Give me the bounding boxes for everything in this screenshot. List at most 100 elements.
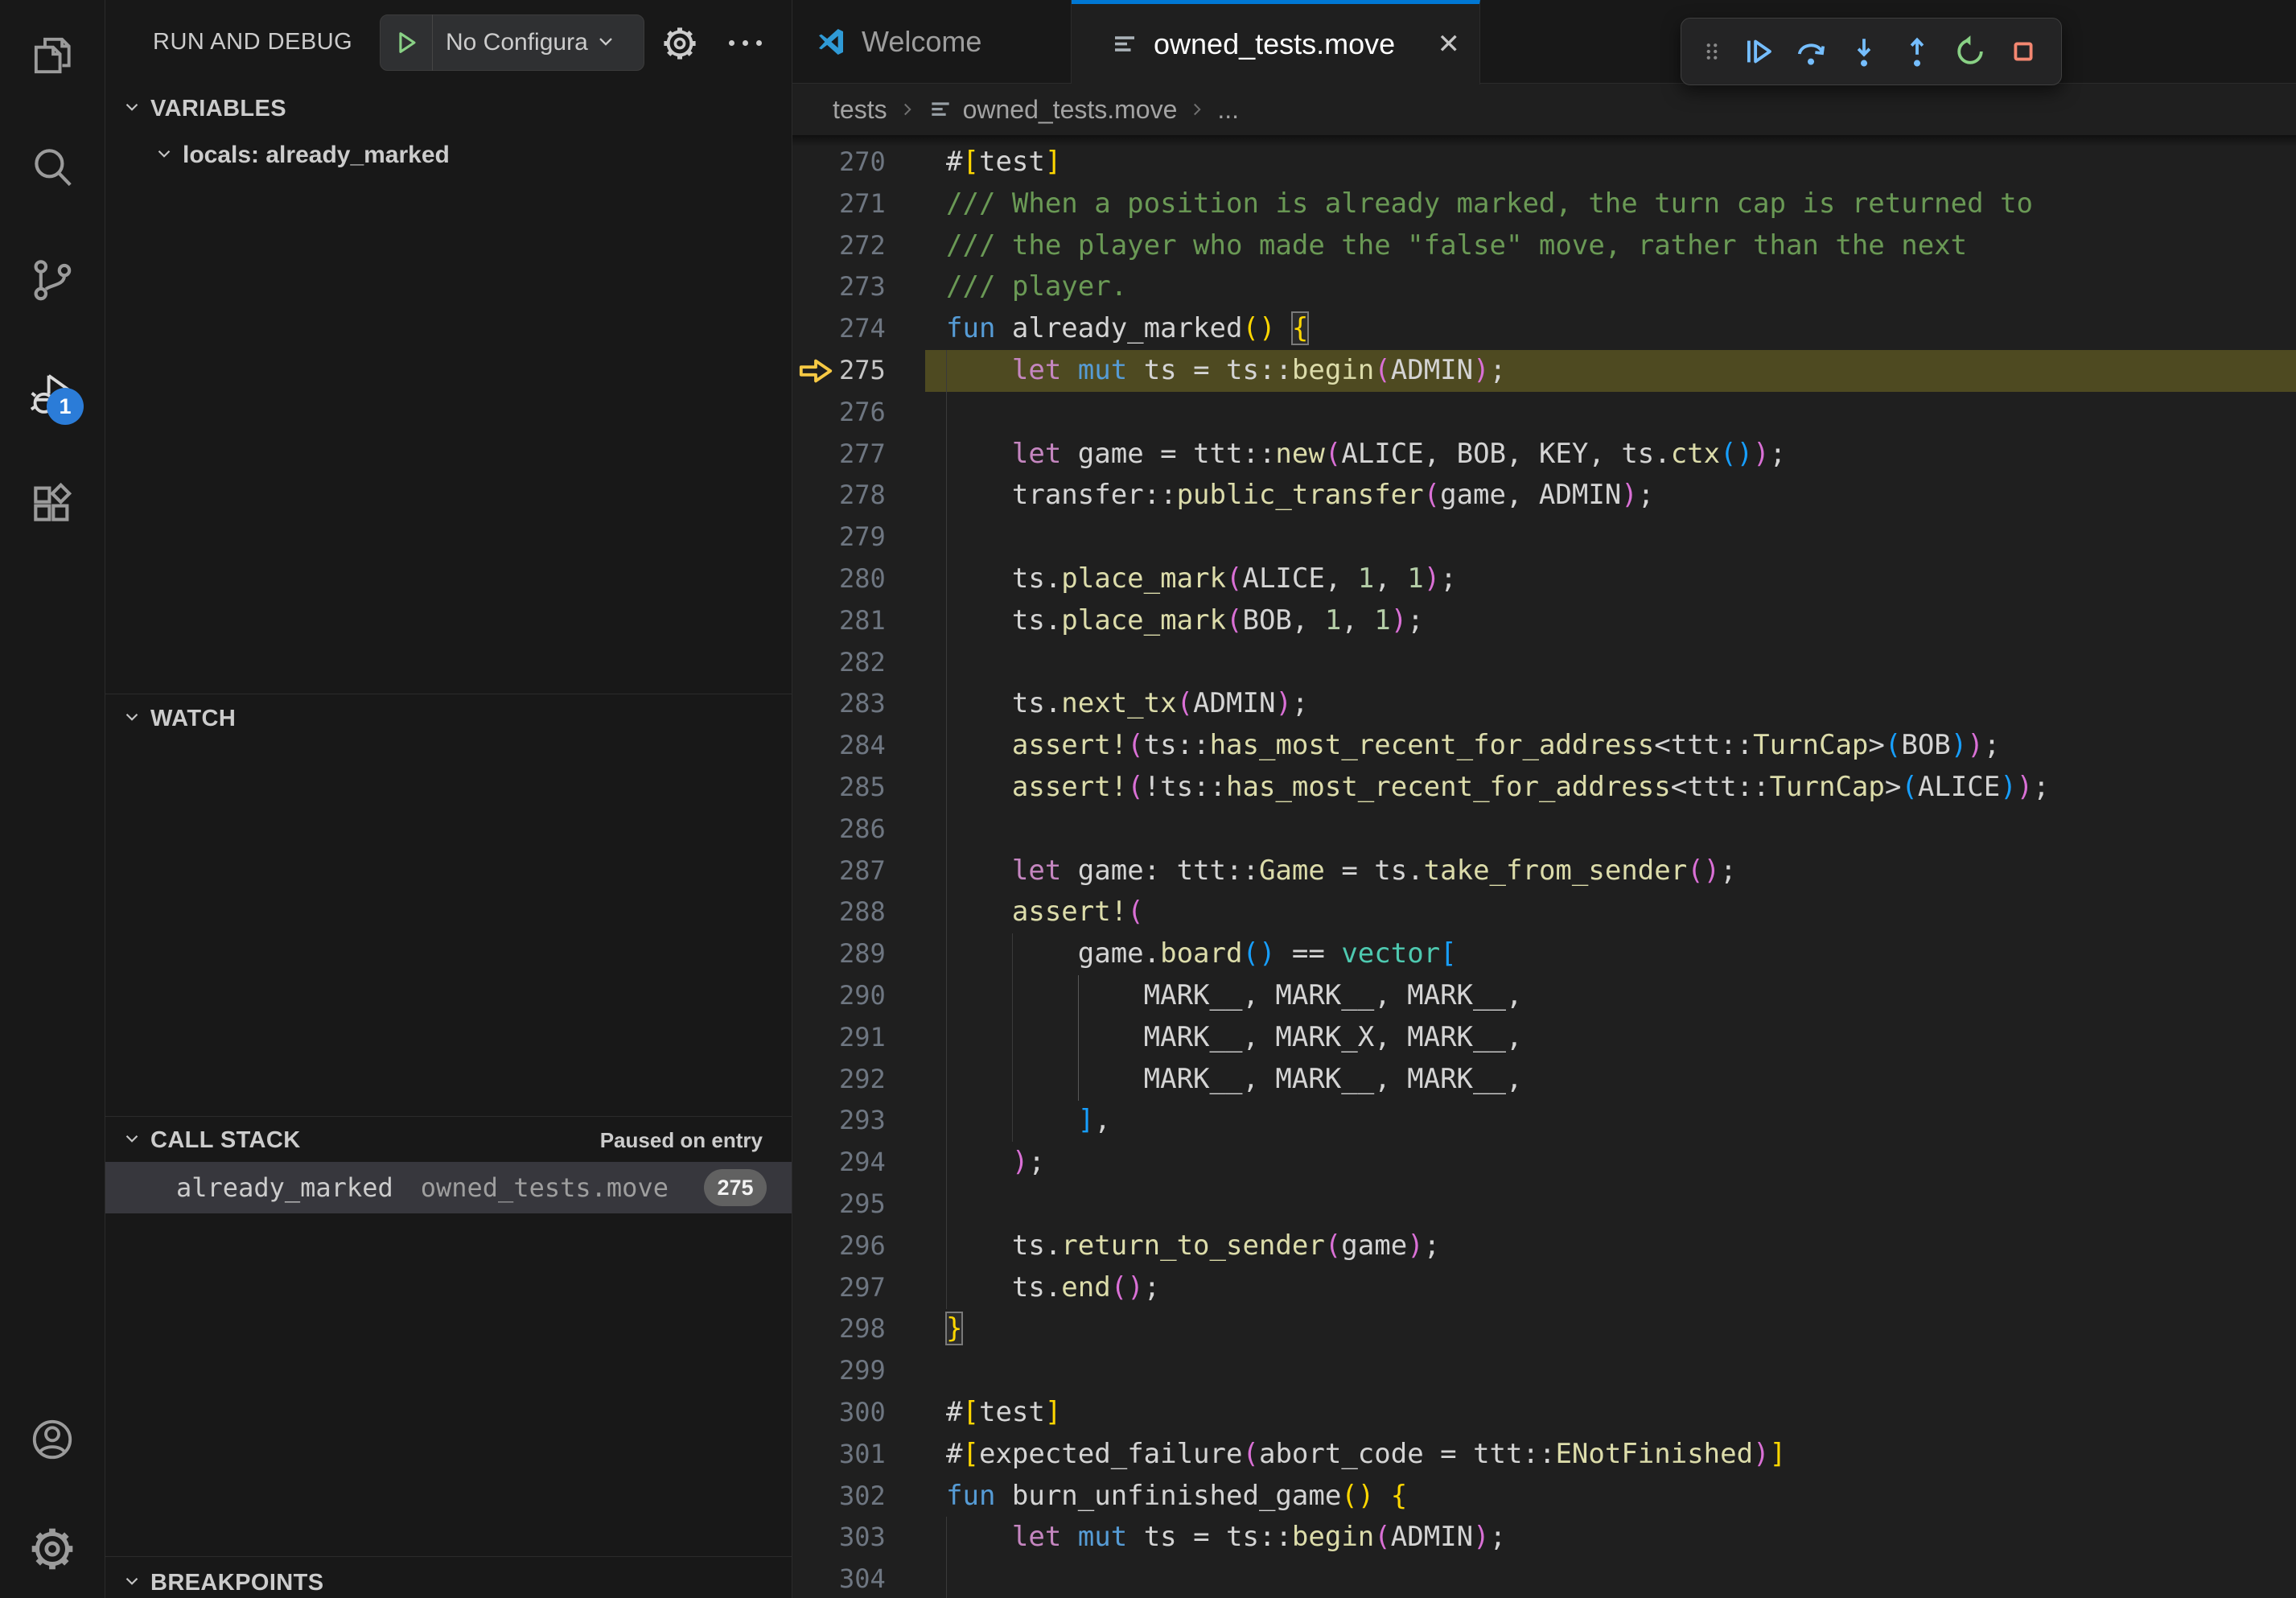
glyph-margin[interactable]	[792, 1142, 839, 1184]
line-number[interactable]: 278	[839, 475, 878, 517]
line-number[interactable]: 304	[839, 1559, 878, 1598]
code-line[interactable]: 296 ts.return_to_sender(game);	[792, 1225, 2296, 1267]
line-number[interactable]: 287	[839, 850, 878, 892]
code-line[interactable]: 301#[expected_failure(abort_code = ttt::…	[792, 1434, 2296, 1476]
glyph-margin[interactable]	[792, 1559, 839, 1598]
code-line[interactable]: 279	[792, 517, 2296, 558]
variables-scope-locals[interactable]: locals: already_marked	[105, 132, 792, 179]
glyph-margin[interactable]	[792, 767, 839, 809]
line-number[interactable]: 302	[839, 1476, 878, 1518]
glyph-margin[interactable]	[792, 725, 839, 767]
code-line[interactable]: 294 );	[792, 1142, 2296, 1184]
glyph-margin[interactable]	[792, 975, 839, 1017]
code-line[interactable]: 295	[792, 1184, 2296, 1225]
glyph-margin[interactable]	[792, 933, 839, 975]
line-number[interactable]: 285	[839, 767, 878, 809]
glyph-margin[interactable]	[792, 1267, 839, 1309]
section-watch[interactable]: WATCH	[105, 695, 792, 742]
code-line[interactable]: 298}	[792, 1308, 2296, 1350]
glyph-margin[interactable]	[792, 558, 839, 600]
glyph-margin[interactable]	[792, 1059, 839, 1101]
glyph-margin[interactable]	[792, 475, 839, 517]
line-number[interactable]: 271	[839, 183, 878, 225]
glyph-margin[interactable]	[792, 600, 839, 642]
line-number[interactable]: 295	[839, 1184, 878, 1225]
line-number[interactable]: 290	[839, 975, 878, 1017]
code-line[interactable]: 297 ts.end();	[792, 1267, 2296, 1309]
glyph-margin[interactable]	[792, 1476, 839, 1518]
line-number[interactable]: 280	[839, 558, 878, 600]
run-and-debug-icon[interactable]: 1	[27, 369, 77, 418]
code-line[interactable]: 273/// player.	[792, 266, 2296, 308]
glyph-margin[interactable]	[792, 183, 839, 225]
code-line[interactable]: 281 ts.place_mark(BOB, 1, 1);	[792, 600, 2296, 642]
step-over-icon[interactable]	[1784, 25, 1837, 78]
step-into-icon[interactable]	[1837, 25, 1891, 78]
glyph-margin[interactable]	[792, 683, 839, 725]
glyph-margin[interactable]	[792, 1184, 839, 1225]
code-line[interactable]: 303 let mut ts = ts::begin(ADMIN);	[792, 1517, 2296, 1559]
glyph-margin[interactable]	[792, 892, 839, 933]
code-line[interactable]: 288 assert!(	[792, 892, 2296, 933]
debug-settings-gear-icon[interactable]	[660, 24, 699, 63]
code-line[interactable]: 282	[792, 642, 2296, 684]
line-number[interactable]: 299	[839, 1350, 878, 1392]
glyph-margin[interactable]	[792, 1350, 839, 1392]
code-line[interactable]: 287 let game: ttt::Game = ts.take_from_s…	[792, 850, 2296, 892]
line-number[interactable]: 288	[839, 892, 878, 933]
call-stack-frame[interactable]: already_marked owned_tests.move 275	[105, 1162, 792, 1213]
glyph-margin[interactable]	[792, 225, 839, 267]
line-number[interactable]: 275	[839, 350, 878, 392]
section-variables[interactable]: VARIABLES	[105, 85, 792, 132]
line-number[interactable]: 292	[839, 1059, 878, 1101]
extensions-icon[interactable]	[27, 479, 77, 529]
code-line[interactable]: 271/// When a position is already marked…	[792, 183, 2296, 225]
code-line[interactable]: 280 ts.place_mark(ALICE, 1, 1);	[792, 558, 2296, 600]
step-out-icon[interactable]	[1891, 25, 1944, 78]
glyph-margin[interactable]	[792, 1308, 839, 1350]
section-call-stack[interactable]: CALL STACK Paused on entry	[105, 1117, 792, 1163]
account-icon[interactable]	[27, 1415, 77, 1464]
glyph-margin[interactable]	[792, 1517, 839, 1559]
code-line[interactable]: 304	[792, 1559, 2296, 1598]
tab-owned-tests-move[interactable]: owned_tests.move ✕	[1072, 0, 1480, 84]
code-line[interactable]: 275 let mut ts = ts::begin(ADMIN);	[792, 350, 2296, 392]
more-actions-icon[interactable]	[729, 40, 762, 46]
source-control-icon[interactable]	[27, 255, 77, 305]
glyph-margin[interactable]	[792, 809, 839, 850]
glyph-margin[interactable]	[792, 142, 839, 183]
code-line[interactable]: 270#[test]	[792, 142, 2296, 183]
line-number[interactable]: 276	[839, 392, 878, 434]
settings-gear-icon[interactable]	[27, 1524, 77, 1574]
code-line[interactable]: 292 MARK__, MARK__, MARK__,	[792, 1059, 2296, 1101]
code-line[interactable]: 285 assert!(!ts::has_most_recent_for_add…	[792, 767, 2296, 809]
line-number[interactable]: 279	[839, 517, 878, 558]
glyph-margin[interactable]	[792, 1434, 839, 1476]
line-number[interactable]: 281	[839, 600, 878, 642]
line-number[interactable]: 303	[839, 1517, 878, 1559]
code-line[interactable]: 293 ],	[792, 1100, 2296, 1142]
line-number[interactable]: 284	[839, 725, 878, 767]
start-debug-config-button[interactable]: No Configura	[380, 14, 644, 71]
section-breakpoints[interactable]: BREAKPOINTS	[105, 1559, 792, 1598]
debug-current-line-arrow[interactable]	[792, 350, 839, 392]
code-line[interactable]: 302fun burn_unfinished_game() {	[792, 1476, 2296, 1518]
code-editor[interactable]: 270#[test]271/// When a position is alre…	[792, 135, 2296, 1598]
breadcrumb-item-file[interactable]: owned_tests.move	[963, 95, 1178, 125]
code-line[interactable]: 272/// the player who made the "false" m…	[792, 225, 2296, 267]
glyph-margin[interactable]	[792, 1017, 839, 1059]
line-number[interactable]: 282	[839, 642, 878, 684]
code-line[interactable]: 286	[792, 809, 2296, 850]
line-number[interactable]: 283	[839, 683, 878, 725]
code-line[interactable]: 276	[792, 392, 2296, 434]
glyph-margin[interactable]	[792, 434, 839, 476]
glyph-margin[interactable]	[792, 642, 839, 684]
line-number[interactable]: 277	[839, 434, 878, 476]
line-number[interactable]: 293	[839, 1100, 878, 1142]
drag-grip-icon[interactable]	[1693, 35, 1731, 68]
line-number[interactable]: 273	[839, 266, 878, 308]
line-number[interactable]: 297	[839, 1267, 878, 1309]
line-number[interactable]: 270	[839, 142, 878, 183]
code-line[interactable]: 289 game.board() == vector[	[792, 933, 2296, 975]
restart-icon[interactable]	[1944, 25, 1997, 78]
